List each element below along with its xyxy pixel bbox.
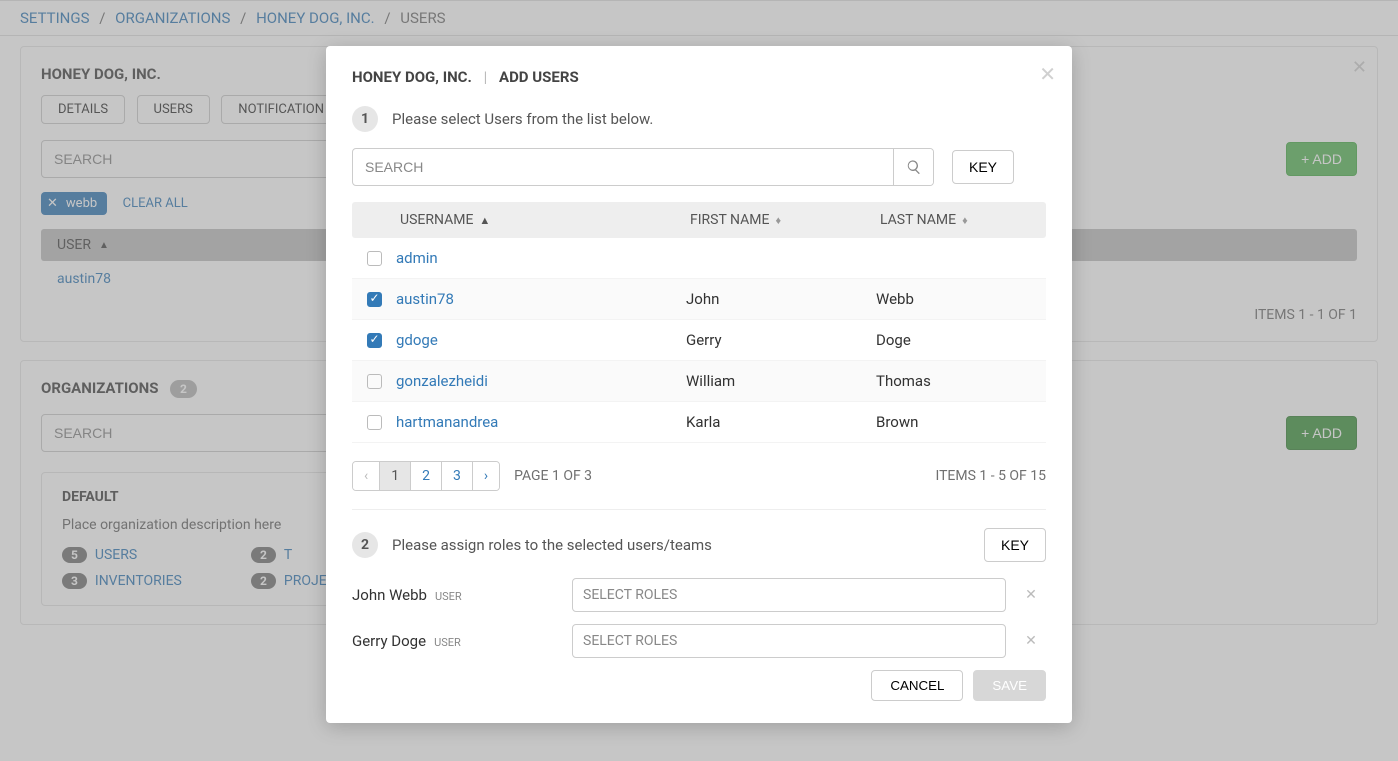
username-link[interactable]: hartmanandrea	[396, 413, 498, 431]
key-button[interactable]: KEY	[952, 150, 1014, 184]
last-name-cell: Thomas	[876, 372, 1046, 390]
first-name-cell: Karla	[686, 413, 876, 431]
user-tag: USER	[434, 636, 461, 649]
row-checkbox[interactable]	[367, 292, 382, 307]
save-button[interactable]: SAVE	[973, 670, 1046, 701]
modal-search-wrap	[352, 148, 934, 186]
page-text: PAGE 1 OF 3	[514, 468, 592, 484]
role-select[interactable]: SELECT ROLES	[572, 624, 1006, 658]
pager-row: ‹ 1 2 3 › PAGE 1 OF 3 ITEMS 1 - 5 OF 15	[352, 461, 1046, 491]
pager-page-2[interactable]: 2	[411, 462, 442, 490]
remove-icon[interactable]: ✕	[1016, 587, 1046, 603]
col-firstname[interactable]: FIRST NAME ♦	[686, 212, 876, 228]
modal-title: HONEY DOG, INC. | ADD USERS	[352, 68, 1046, 86]
step-1: 1 Please select Users from the list belo…	[352, 106, 1046, 132]
row-checkbox[interactable]	[367, 251, 382, 266]
pager-prev[interactable]: ‹	[353, 462, 380, 490]
selected-user-row: John WebbUSER SELECT ROLES ✕	[352, 578, 1046, 612]
last-name-cell: Webb	[876, 290, 1046, 308]
items-text: ITEMS 1 - 5 OF 15	[935, 468, 1046, 484]
col-username[interactable]: USERNAME ▲	[396, 212, 686, 228]
user-table: USERNAME ▲ FIRST NAME ♦ LAST NAME ♦ admi…	[352, 202, 1046, 443]
sort-asc-icon: ▲	[479, 215, 490, 226]
table-row: gonzalezheidi WilliamThomas	[352, 361, 1046, 402]
selected-user-row: Gerry DogeUSER SELECT ROLES ✕	[352, 624, 1046, 658]
pager-page-1[interactable]: 1	[380, 462, 411, 490]
sort-icon: ♦	[962, 215, 968, 226]
first-name-cell: John	[686, 290, 876, 308]
step-1-badge: 1	[352, 106, 378, 132]
user-table-head: USERNAME ▲ FIRST NAME ♦ LAST NAME ♦	[352, 202, 1046, 238]
table-row: hartmanandrea KarlaBrown	[352, 402, 1046, 443]
cancel-button[interactable]: CANCEL	[871, 670, 963, 701]
user-tag: USER	[435, 590, 462, 603]
username-link[interactable]: gonzalezheidi	[396, 372, 488, 390]
last-name-cell: Brown	[876, 413, 1046, 431]
pager: ‹ 1 2 3 ›	[352, 461, 500, 491]
row-checkbox[interactable]	[367, 374, 382, 389]
selected-user-name: John WebbUSER	[352, 586, 562, 604]
last-name-cell: Doge	[876, 331, 1046, 349]
step-1-text: Please select Users from the list below.	[392, 110, 653, 128]
add-users-modal: ✕ HONEY DOG, INC. | ADD USERS 1 Please s…	[326, 46, 1072, 723]
row-checkbox[interactable]	[367, 415, 382, 430]
close-icon[interactable]: ✕	[1039, 62, 1056, 86]
table-row: admin	[352, 238, 1046, 279]
modal-search-button[interactable]	[893, 149, 933, 185]
selected-user-name: Gerry DogeUSER	[352, 632, 562, 650]
step-2-badge: 2	[352, 532, 378, 558]
key-button-2[interactable]: KEY	[984, 528, 1046, 562]
search-icon	[906, 159, 922, 175]
sort-icon: ♦	[775, 215, 781, 226]
username-link[interactable]: admin	[396, 249, 438, 267]
first-name-cell: Gerry	[686, 331, 876, 349]
step-2-text: Please assign roles to the selected user…	[392, 536, 712, 554]
role-select[interactable]: SELECT ROLES	[572, 578, 1006, 612]
modal-overlay: ✕ HONEY DOG, INC. | ADD USERS 1 Please s…	[0, 0, 1398, 761]
table-row: gdoge GerryDoge	[352, 320, 1046, 361]
modal-search-input[interactable]	[353, 149, 893, 185]
pager-page-3[interactable]: 3	[442, 462, 473, 490]
username-link[interactable]: austin78	[396, 290, 454, 308]
modal-footer: CANCEL SAVE	[352, 670, 1046, 701]
remove-icon[interactable]: ✕	[1016, 633, 1046, 649]
pager-next[interactable]: ›	[473, 462, 499, 490]
table-row: austin78 JohnWebb	[352, 279, 1046, 320]
username-link[interactable]: gdoge	[396, 331, 438, 349]
col-lastname[interactable]: LAST NAME ♦	[876, 212, 1046, 228]
row-checkbox[interactable]	[367, 333, 382, 348]
first-name-cell: William	[686, 372, 876, 390]
